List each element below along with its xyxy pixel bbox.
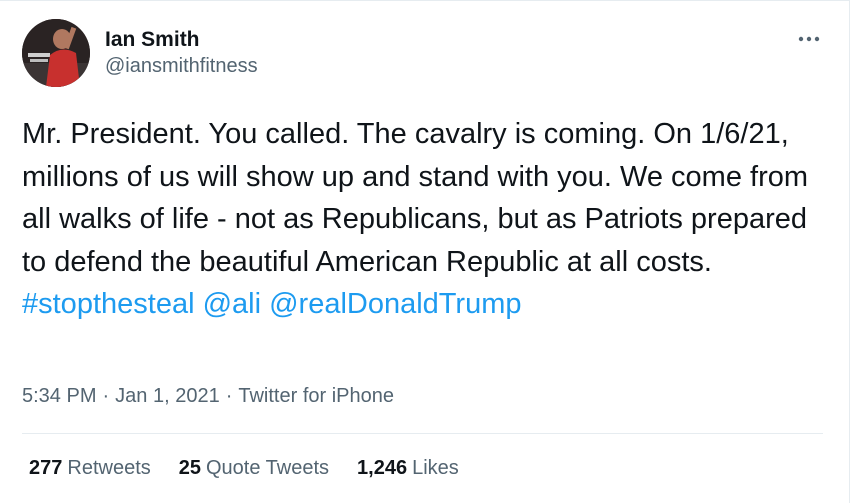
tweet-stats: 277 Retweets 25 Quote Tweets 1,246 Likes — [29, 457, 459, 480]
tweet-card: Ian Smith @iansmithfitness Mr. President… — [0, 0, 850, 503]
more-options-icon[interactable] — [797, 27, 821, 47]
divider — [22, 433, 823, 434]
quote-tweets-stat[interactable]: 25 Quote Tweets — [179, 457, 329, 480]
tweet-text-main: Mr. President. You called. The cavalry i… — [22, 118, 809, 278]
tweet-source[interactable]: Twitter for iPhone — [238, 385, 394, 407]
separator: · — [225, 385, 233, 407]
author-name[interactable]: Ian Smith — [105, 28, 200, 52]
more-horizontal-icon — [798, 36, 820, 42]
mention-link[interactable]: @ali — [203, 288, 261, 320]
retweets-stat[interactable]: 277 Retweets — [29, 457, 151, 480]
likes-count: 1,246 — [357, 457, 408, 479]
hashtag-link[interactable]: #stopthesteal — [22, 288, 195, 320]
retweets-count: 277 — [29, 457, 63, 479]
separator: · — [102, 385, 110, 407]
tweet-meta: 5:34 PM · Jan 1, 2021 · Twitter for iPhone — [22, 385, 394, 408]
quote-tweets-label: Quote Tweets — [206, 457, 330, 479]
author-handle[interactable]: @iansmithfitness — [105, 55, 258, 78]
avatar[interactable] — [22, 19, 90, 87]
quote-tweets-count: 25 — [178, 457, 201, 479]
likes-label: Likes — [412, 457, 459, 479]
avatar-image — [22, 19, 90, 87]
tweet-time[interactable]: 5:34 PM — [22, 385, 96, 407]
mention-link[interactable]: @realDonaldTrump — [269, 288, 521, 320]
retweets-label: Retweets — [67, 457, 151, 479]
likes-stat[interactable]: 1,246 Likes — [357, 457, 459, 480]
tweet-text: Mr. President. You called. The cavalry i… — [22, 113, 832, 326]
tweet-date[interactable]: Jan 1, 2021 — [115, 385, 220, 407]
